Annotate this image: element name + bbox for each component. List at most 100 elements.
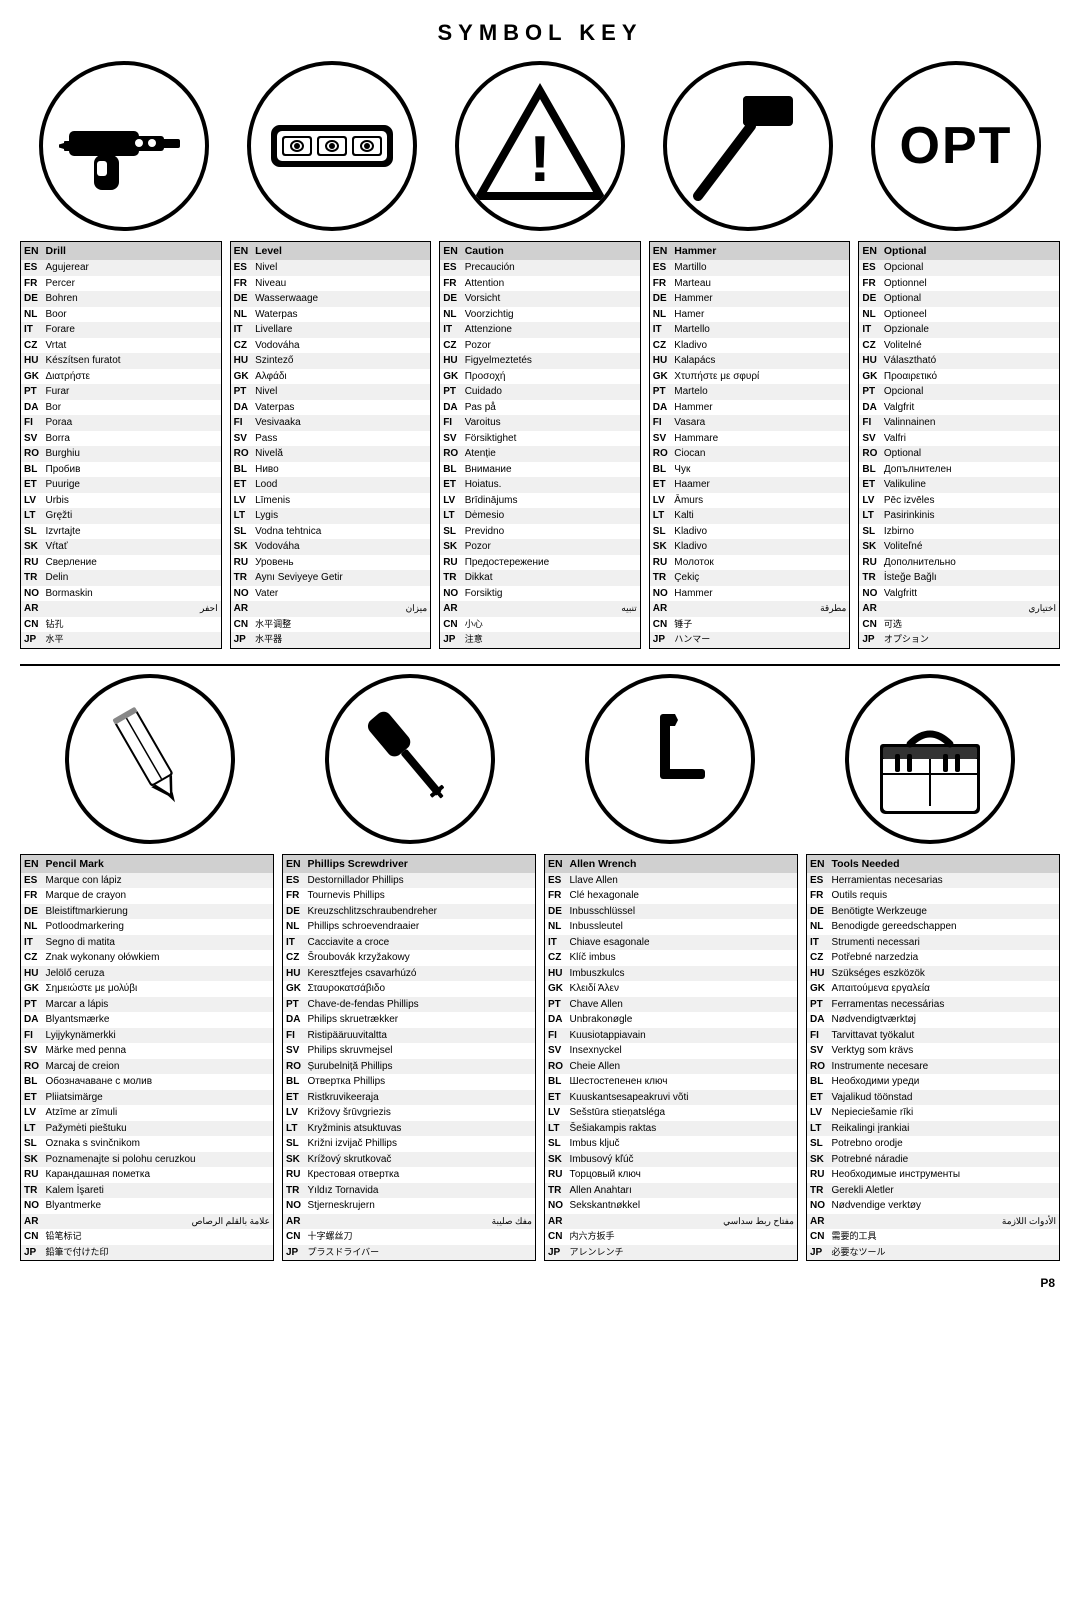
table-row: DABlyantsmærke (21, 1012, 274, 1028)
table-row: NOValgfritt (859, 586, 1060, 602)
table-row: ETValikuline (859, 477, 1060, 493)
table-row: JP水平 (21, 632, 222, 648)
table-row: ARميزان (230, 601, 431, 617)
table-row: BLВнимание (440, 462, 641, 478)
table-row: RUДополнительно (859, 555, 1060, 571)
table-row: RUКарандашная пометка (21, 1167, 274, 1183)
level-header: EN Level (230, 242, 431, 261)
table-row: NLBenodigde gereedschappen (807, 919, 1060, 935)
table-row: PTNivel (230, 384, 431, 400)
table-row: CZŠroubovák krzyžakowy (283, 950, 536, 966)
table-row: FRNiveau (230, 276, 431, 292)
phillips-screwdriver-icon (325, 674, 495, 844)
table-row: DEBleistiftmarkierung (21, 904, 274, 920)
table-row: ROCiocan (649, 446, 850, 462)
table-row: HUFigyelmeztetés (440, 353, 641, 369)
table-row: NOStjerneskrujern (283, 1198, 536, 1214)
table-row: TRDikkat (440, 570, 641, 586)
table-row: DEWasserwaage (230, 291, 431, 307)
table-row: LVĀmurs (649, 493, 850, 509)
top-icons-row: ! OPT (20, 61, 1060, 231)
table-row: ROInstrumente necesare (807, 1059, 1060, 1075)
table-row: SLVodna tehtnica (230, 524, 431, 540)
table-row: SLKladivo (649, 524, 850, 540)
table-row: RUПредостережение (440, 555, 641, 571)
table-row: ETVajalikud töönstad (807, 1090, 1060, 1106)
table-row: NLInbussleutel (545, 919, 798, 935)
table-row: LTŠešiakampis raktas (545, 1121, 798, 1137)
table-row: HUKészítsen furatot (21, 353, 222, 369)
table-row: ITCacciavite a croce (283, 935, 536, 951)
table-row: ROȘurubelniță Phillips (283, 1059, 536, 1075)
table-row: DEVorsicht (440, 291, 641, 307)
table-row: JP水平器 (230, 632, 431, 648)
table-row: CN水平调整 (230, 617, 431, 633)
table-row: RUСверление (21, 555, 222, 571)
table-row: HUKalapács (649, 353, 850, 369)
table-row: ARعلامة بالقلم الرصاص (21, 1214, 274, 1230)
table-row: ITStrumenti necessari (807, 935, 1060, 951)
optional-header: EN Optional (859, 242, 1060, 261)
table-row: FRTournevis Phillips (283, 888, 536, 904)
table-row: CN十字螺丝刀 (283, 1229, 536, 1245)
table-row: TRAynı Seviyeye Getir (230, 570, 431, 586)
table-row: LVAtzīme ar zīmuli (21, 1105, 274, 1121)
table-row: DAHammer (649, 400, 850, 416)
table-row: BLДопълнителен (859, 462, 1060, 478)
table-row: SLImbus ključ (545, 1136, 798, 1152)
table-row: SVValfri (859, 431, 1060, 447)
pencil-mark-icon (65, 674, 235, 844)
table-row: ROAtenție (440, 446, 641, 462)
table-row: PTFurar (21, 384, 222, 400)
table-row: PTCuidado (440, 384, 641, 400)
table-row: BLОбозначаване с молив (21, 1074, 274, 1090)
table-row: ITForare (21, 322, 222, 338)
table-row: HUJelölő ceruza (21, 966, 274, 982)
table-row: FROptionnel (859, 276, 1060, 292)
table-row: ARاحفر (21, 601, 222, 617)
table-row: SKPotrebné náradie (807, 1152, 1060, 1168)
table-row: CN锤子 (649, 617, 850, 633)
table-row: RUУровень (230, 555, 431, 571)
allen-wrench-icon (585, 674, 755, 844)
table-row: ESOpcional (859, 260, 1060, 276)
drill-header-lang: EN (21, 242, 43, 261)
table-row: RUКрестовая отвертка (283, 1167, 536, 1183)
hammer-icon (663, 61, 833, 231)
table-row: CZVodováha (230, 338, 431, 354)
toolbox-icon (845, 674, 1015, 844)
table-row: CZZnak wykonany ołówkiem (21, 950, 274, 966)
table-row: CZVolitelné (859, 338, 1060, 354)
table-row: SVBorra (21, 431, 222, 447)
table-row: DAUnbrakonøgle (545, 1012, 798, 1028)
table-row: FIRistipääruuvitaltta (283, 1028, 536, 1044)
table-row: DEBohren (21, 291, 222, 307)
table-row: JPハンマー (649, 632, 850, 648)
table-row: SLPotrebno orodje (807, 1136, 1060, 1152)
table-row: GKΑλφάδι (230, 369, 431, 385)
table-row: JPオプション (859, 632, 1060, 648)
table-row: NLPhillips schroevendraaier (283, 919, 536, 935)
table-row: FITarvittavat työkalut (807, 1028, 1060, 1044)
table-row: ETPuurige (21, 477, 222, 493)
table-row: BLНиво (230, 462, 431, 478)
table-row: GKΚλειδί Άλεν (545, 981, 798, 997)
table-row: NLOptioneel (859, 307, 1060, 323)
table-row: CZPozor (440, 338, 641, 354)
table-row: FIValinnainen (859, 415, 1060, 431)
table-row: LVSešstūra stieņatsléga (545, 1105, 798, 1121)
table-row: ITChiave esagonale (545, 935, 798, 951)
table-row: LTLygis (230, 508, 431, 524)
table-row: GKΧτυπήστε με σφυρί (649, 369, 850, 385)
hammer-table: EN Hammer ESMartillo FRMarteau DEHammer … (649, 241, 851, 649)
table-row: BLНеобходими уреди (807, 1074, 1060, 1090)
table-row: PTFerramentas necessárias (807, 997, 1060, 1013)
table-row: ARتنبيه (440, 601, 641, 617)
table-row: ITSegno di matita (21, 935, 274, 951)
table-row: CZKladivo (649, 338, 850, 354)
table-row: DAPhilips skruetrækker (283, 1012, 536, 1028)
table-row: DEKreuzschlitzschraubendreher (283, 904, 536, 920)
table-row: FIKuusiotappiavain (545, 1028, 798, 1044)
table-row: SVMärke med penna (21, 1043, 274, 1059)
table-row: DEHammer (649, 291, 850, 307)
